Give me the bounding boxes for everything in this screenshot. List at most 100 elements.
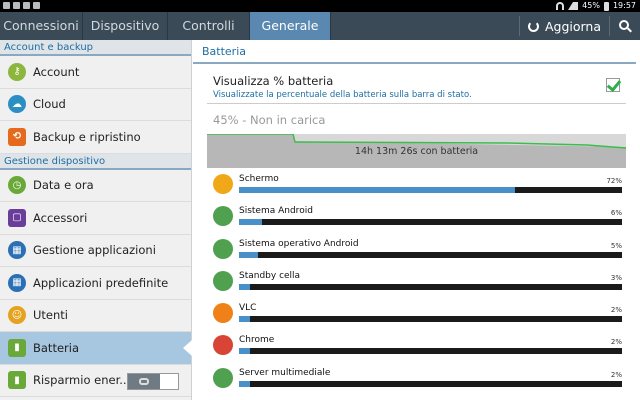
- battery-panel: Batteria Visualizza % batteria Visualizz…: [193, 40, 640, 400]
- search-icon: [619, 20, 629, 30]
- accessories-icon: ▢: [8, 208, 26, 227]
- app-percent: 3%: [610, 273, 622, 282]
- battery-usage-list: Schermo 72% Sistema Android 6% Sistema opera…: [207, 170, 626, 396]
- android-system-icon: [213, 206, 233, 227]
- usage-bar: [239, 219, 622, 226]
- notification-icon: [23, 2, 30, 9]
- notification-icon: [13, 2, 20, 9]
- show-battery-percent-option[interactable]: Visualizza % batteria Visualizzate la pe…: [213, 74, 472, 100]
- sidebar-item-users[interactable]: ☺ Utenti: [0, 300, 191, 332]
- refresh-label: Aggiorna: [544, 18, 601, 34]
- sidebar-item-power-saving[interactable]: ▮ Risparmio ener...: [0, 365, 191, 397]
- app-percent: 5%: [610, 241, 622, 250]
- cell-standby-icon: [213, 270, 233, 291]
- battery-status: 45% - Non in carica: [213, 113, 326, 127]
- section-header-account: Account e backup: [0, 40, 191, 56]
- usage-bar: [239, 283, 622, 290]
- option-title: Visualizza % batteria: [213, 74, 334, 88]
- key-icon: ⚷: [8, 62, 26, 81]
- sidebar-item-app-manager[interactable]: ▦ Gestione applicazioni: [0, 235, 191, 267]
- battery-usage-row[interactable]: Sistema operativo Android 5%: [207, 235, 626, 267]
- backup-icon: ⟲: [8, 127, 26, 146]
- app-percent: 2%: [610, 338, 622, 347]
- default-apps-icon: ▦: [8, 273, 26, 292]
- usage-bar-fill: [239, 187, 515, 193]
- sidebar-item-label: Data e ora: [33, 178, 94, 193]
- sidebar-item-label: Gestione applicazioni: [33, 243, 156, 258]
- sidebar-item-label: Applicazioni predefinite: [33, 275, 169, 290]
- app-name: Schermo: [239, 174, 279, 184]
- usage-bar-fill: [239, 380, 251, 387]
- tab-generale[interactable]: Generale: [250, 12, 331, 40]
- notification-icon: [33, 2, 40, 9]
- settings-tab-bar: Connessioni Dispositivo Controlli Genera…: [0, 12, 640, 40]
- usage-bar: [239, 187, 622, 193]
- settings-sidebar: Account e backup ⚷ Account ☁ Cloud ⟲ Bac…: [0, 40, 192, 400]
- notification-icons: [3, 2, 40, 9]
- battery-usage-row[interactable]: Schermo 72%: [207, 170, 626, 202]
- tab-controlli[interactable]: Controlli: [168, 12, 250, 40]
- user-icon: ☺: [8, 306, 26, 325]
- wifi-icon: [556, 2, 565, 10]
- battery-usage-row[interactable]: Sistema Android 6%: [207, 202, 626, 234]
- sidebar-item-account[interactable]: ⚷ Account: [0, 56, 191, 89]
- battery-usage-row[interactable]: Server multimediale 2%: [207, 364, 626, 396]
- battery-usage-row[interactable]: Chrome 2%: [207, 331, 626, 363]
- sidebar-item-cloud[interactable]: ☁ Cloud: [0, 89, 191, 121]
- sidebar-item-default-apps[interactable]: ▦ Applicazioni predefinite: [0, 267, 191, 300]
- app-name: VLC: [239, 303, 257, 314]
- clock: 19:57: [612, 1, 636, 10]
- apps-grid-icon: ▦: [8, 241, 26, 260]
- app-name: Sistema Android: [239, 206, 313, 217]
- media-server-icon: [213, 367, 233, 388]
- sidebar-item-backup[interactable]: ⟲ Backup e ripristino: [0, 121, 191, 154]
- android-os-icon: [213, 238, 233, 259]
- usage-bar: [239, 316, 622, 323]
- signal-icon: [568, 2, 579, 10]
- sidebar-item-battery[interactable]: ▮ Batteria: [0, 332, 192, 365]
- app-percent: 2%: [610, 306, 622, 315]
- usage-bar: [239, 380, 622, 387]
- cloud-icon: ☁: [8, 95, 26, 114]
- power-saving-icon: ▮: [8, 371, 26, 390]
- battery-icon: ▮: [8, 338, 26, 357]
- sidebar-item-accessories[interactable]: ▢ Accessori: [0, 202, 191, 235]
- sidebar-item-label: Batteria: [33, 340, 79, 355]
- vlc-icon: [213, 303, 233, 324]
- app-name: Server multimediale: [239, 367, 331, 378]
- battery-percent: 45%: [582, 1, 600, 10]
- usage-bar: [239, 251, 622, 258]
- screen-brightness-icon: [213, 174, 233, 194]
- option-subtitle: Visualizzate la percentuale della batter…: [213, 90, 472, 100]
- app-name: Sistema operativo Android: [239, 238, 359, 249]
- battery-usage-graph[interactable]: 14h 13m 26s con batteria: [207, 134, 626, 168]
- battery-usage-row[interactable]: Standby cella 3%: [207, 267, 626, 299]
- tab-dispositivo[interactable]: Dispositivo: [83, 12, 168, 40]
- sidebar-item-label: Utenti: [33, 308, 68, 323]
- usage-bar-fill: [239, 251, 259, 258]
- page-title: Batteria: [193, 40, 636, 64]
- battery-percent-checkbox[interactable]: [606, 78, 620, 92]
- power-saving-toggle[interactable]: [127, 372, 179, 390]
- sidebar-item-label: Account: [33, 64, 80, 79]
- toggle-knob: [128, 373, 160, 389]
- section-header-device: Gestione dispositivo: [0, 153, 191, 170]
- search-button[interactable]: [610, 12, 640, 40]
- status-bar: 45% 19:57: [0, 0, 640, 12]
- app-name: Standby cella: [239, 270, 301, 281]
- usage-bar-fill: [239, 316, 251, 323]
- tab-connessioni[interactable]: Connessioni: [0, 12, 83, 40]
- refresh-icon: [527, 20, 539, 32]
- sidebar-item-label: Risparmio ener...: [33, 373, 131, 388]
- sidebar-item-label: Cloud: [33, 97, 66, 112]
- notification-icon: [3, 2, 10, 9]
- usage-bar-fill: [239, 219, 262, 226]
- app-percent: 6%: [610, 209, 622, 218]
- chrome-icon: [213, 335, 233, 356]
- sidebar-item-date-time[interactable]: ◷ Data e ora: [0, 170, 191, 202]
- system-indicators: 45% 19:57: [556, 1, 636, 11]
- refresh-button[interactable]: Aggiorna: [520, 12, 609, 40]
- battery-usage-row[interactable]: VLC 2%: [207, 299, 626, 331]
- usage-bar-fill: [239, 283, 251, 290]
- usage-bar: [239, 348, 622, 355]
